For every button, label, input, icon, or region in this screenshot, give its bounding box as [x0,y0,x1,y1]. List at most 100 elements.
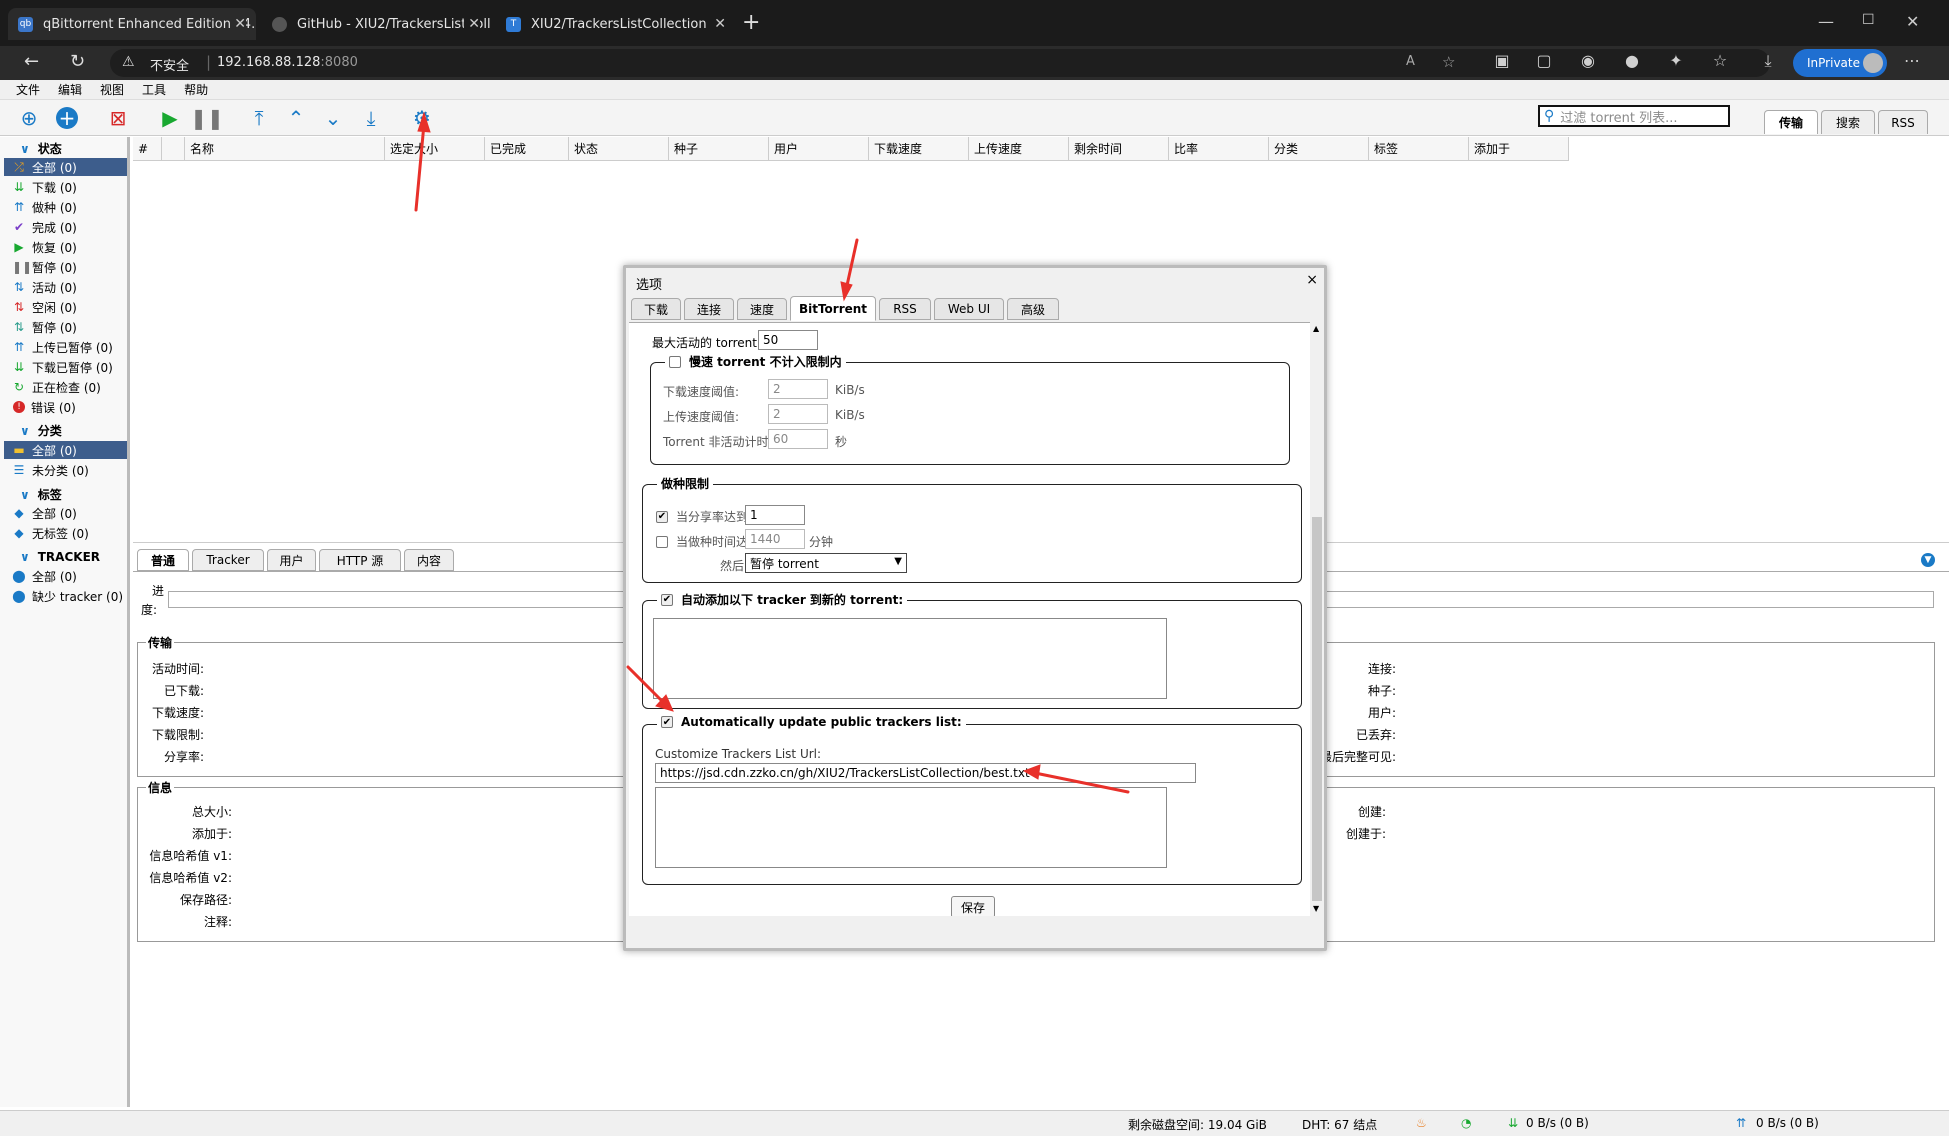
delete-icon[interactable]: ⊠ [105,106,131,130]
menu-view[interactable]: 视图 [100,81,124,98]
category-header[interactable]: ∨ 分类 [20,422,62,439]
close-tab-icon[interactable]: ✕ [230,16,246,32]
status-stalled[interactable]: ⇅ 暂停 (0) [12,318,127,336]
tab-general[interactable]: 普通 [137,549,189,571]
auto-update-trackers-checkbox[interactable]: ✔ [661,716,673,728]
status-resumed[interactable]: ▶ 恢复 (0) [12,238,127,256]
auto-add-trackers-textarea[interactable] [653,618,1167,699]
tab-transfers[interactable]: 传输 [1764,110,1818,134]
menu-help[interactable]: 帮助 [184,81,208,98]
tracker-header[interactable]: ∨ TRACKER [20,550,100,564]
dl-threshold-input[interactable]: 2 [768,379,828,399]
more-menu-icon[interactable]: ⋯ [1902,51,1922,70]
ul-threshold-input[interactable]: 2 [768,404,828,424]
status-upload-paused[interactable]: ⇈ 上传已暂停 (0) [12,338,127,356]
options-scrollbar[interactable]: ▲ ▼ [1310,322,1324,916]
options-tab-advanced[interactable]: 高级 [1007,298,1059,320]
extension-color-icon[interactable]: ● [1622,51,1642,70]
tab-tracker[interactable]: Tracker [192,549,264,571]
download-icon[interactable]: ⤓ [1758,51,1778,71]
tag-untagged[interactable]: ◆ 无标签 (0) [12,524,127,542]
tracker-all[interactable]: ⬤ 全部 (0) [12,567,127,585]
tag-header[interactable]: ∨ 标签 [20,486,62,503]
col-seeds[interactable]: 种子 [669,137,769,161]
back-icon[interactable]: ← [24,51,39,72]
browser-tab-qbittorrent[interactable]: qb qBittorrent Enhanced Edition v4. ✕ [8,8,256,40]
tab-peers[interactable]: 用户 [267,549,316,571]
maximize-icon[interactable]: ☐ [1862,12,1875,28]
url-field[interactable]: ⚠ 不安全 | 192.168.88.128:8080 A ☆ [110,49,1770,77]
extension-game-icon[interactable]: ▢ [1534,51,1554,70]
status-header[interactable]: ∨ 状态 [20,140,62,157]
tag-all[interactable]: ◆ 全部 (0) [12,504,127,522]
move-top-icon[interactable]: ⤒ [246,106,272,130]
col-name[interactable]: 名称 [185,137,385,161]
seed-time-input[interactable]: 1440 [745,529,805,549]
ratio-checkbox[interactable]: ✔ [656,510,668,523]
col-icon[interactable] [162,137,185,161]
menu-file[interactable]: 文件 [16,81,40,98]
status-errored[interactable]: ! 错误 (0) [12,398,127,416]
col-index[interactable]: # [133,137,162,161]
extension-circle-icon[interactable]: ◉ [1578,51,1598,70]
scroll-up-icon[interactable]: ▲ [1313,324,1319,333]
status-downloading[interactable]: ⇊ 下载 (0) [12,178,127,196]
auto-add-trackers-checkbox[interactable]: ✔ [661,593,673,606]
scroll-down-icon[interactable]: ▼ [1313,904,1319,913]
inactive-timer-input[interactable]: 60 [768,429,828,449]
tab-http-sources[interactable]: HTTP 源 [319,549,401,571]
status-completed[interactable]: ✔ 完成 (0) [12,218,127,236]
status-seeding[interactable]: ⇈ 做种 (0) [12,198,127,216]
custom-url-input[interactable]: https://jsd.cdn.zzko.cn/gh/XIU2/Trackers… [655,763,1196,783]
then-action-select[interactable]: 暂停 torrent ▼ [745,553,907,573]
favorite-add-icon[interactable]: ☆ [1442,53,1455,71]
col-category[interactable]: 分类 [1269,137,1369,161]
move-up-icon[interactable]: ⌃ [283,106,309,130]
add-torrent-button[interactable]: + [54,106,80,130]
close-tab-icon[interactable]: ✕ [464,16,480,32]
favorites-icon[interactable]: ☆ [1710,51,1730,70]
options-tab-bittorrent[interactable]: BitTorrent [790,296,876,321]
refresh-icon[interactable]: ↻ [70,51,85,72]
slow-torrents-checkbox[interactable] [669,355,681,368]
inprivate-badge[interactable]: InPrivate [1793,49,1887,77]
col-dlspeed[interactable]: 下载速度 [869,137,969,161]
move-bottom-icon[interactable]: ⤓ [358,106,384,130]
max-active-input[interactable]: 50 [758,330,818,350]
options-tab-speed[interactable]: 速度 [737,298,787,320]
status-inactive[interactable]: ⇅ 空闲 (0) [12,298,127,316]
filter-torrent-input[interactable]: ⚲ 过滤 torrent 列表... [1538,105,1730,127]
new-tab-icon[interactable]: + [742,10,760,35]
move-down-icon[interactable]: ⌄ [320,106,346,130]
trackers-list-textarea[interactable] [655,787,1167,868]
options-tab-webui[interactable]: Web UI [934,298,1004,320]
col-status[interactable]: 状态 [569,137,669,161]
col-tags[interactable]: 标签 [1369,137,1469,161]
tracker-missing[interactable]: ⬤ 缺少 tracker (0) [12,587,127,605]
status-download-paused[interactable]: ⇊ 下载已暂停 (0) [12,358,127,376]
status-checking[interactable]: ↻ 正在检查 (0) [12,378,127,396]
tab-rss[interactable]: RSS [1878,110,1928,134]
col-done[interactable]: 已完成 [485,137,569,161]
col-added[interactable]: 添加于 [1469,137,1569,161]
security-label[interactable]: 不安全 [150,55,189,74]
menu-edit[interactable]: 编辑 [58,81,82,98]
col-size[interactable]: 选定大小 [385,137,485,161]
close-tab-icon[interactable]: ✕ [714,16,726,32]
status-all[interactable]: ⤮ 全部 (0) [4,158,127,176]
collapse-panel-icon[interactable]: ▼ [1921,553,1935,567]
browser-tab-trackerslist[interactable]: T XIU2/TrackersListCollection ✕ [496,8,736,40]
speed-limit-icon[interactable]: ◔ [1461,1116,1471,1130]
tab-search[interactable]: 搜索 [1821,110,1875,134]
add-link-icon[interactable]: ⊕ [16,106,42,130]
category-uncategorized[interactable]: ☰ 未分类 (0) [12,461,127,479]
status-active[interactable]: ⇅ 活动 (0) [12,278,127,296]
col-peers[interactable]: 用户 [769,137,869,161]
minimize-icon[interactable]: — [1818,12,1834,31]
close-window-icon[interactable]: ✕ [1906,12,1919,31]
extension-shield-icon[interactable]: ▣ [1492,51,1512,70]
options-tab-downloads[interactable]: 下载 [631,298,681,320]
options-tab-connection[interactable]: 连接 [684,298,734,320]
category-all[interactable]: ▬ 全部 (0) [4,441,127,459]
ratio-input[interactable]: 1 [745,505,805,525]
